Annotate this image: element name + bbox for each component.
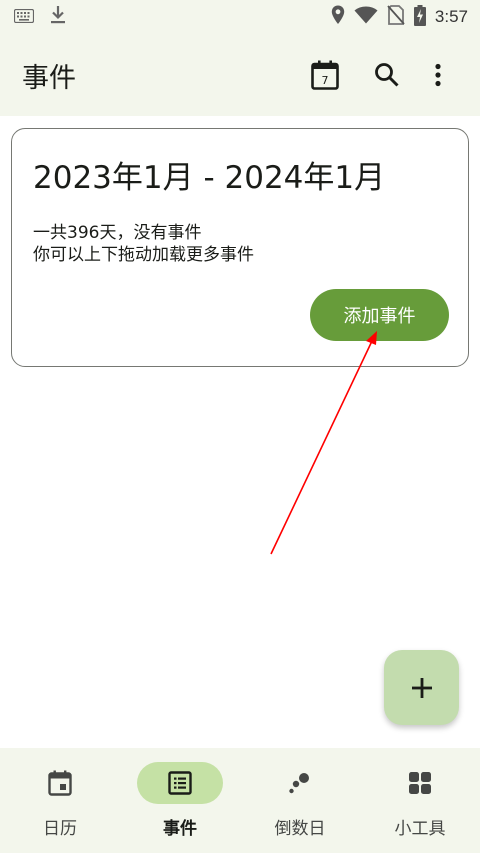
calendar-icon — [48, 770, 72, 796]
battery-charging-icon — [413, 4, 426, 30]
more-options-button[interactable] — [418, 51, 458, 99]
add-fab[interactable] — [384, 650, 459, 725]
more-vert-icon — [435, 63, 441, 87]
nav-label-events: 事件 — [163, 819, 197, 839]
app-bar: 事件 7 — [0, 34, 480, 116]
nav-indicator — [17, 762, 103, 804]
nav-indicator — [257, 762, 343, 804]
status-right-icons: 3:57 — [331, 4, 468, 30]
add-event-button[interactable]: 添加事件 — [310, 289, 449, 341]
download-icon — [50, 5, 66, 29]
drag-hint-text: 你可以上下拖动加载更多事件 — [33, 245, 254, 265]
nav-label-countdown: 倒数日 — [274, 819, 326, 839]
nav-indicator-active — [137, 762, 223, 804]
status-bar: 3:57 — [0, 0, 480, 34]
location-icon — [331, 5, 345, 29]
search-icon — [375, 63, 399, 87]
nav-item-events[interactable]: 事件 — [120, 748, 240, 853]
nav-item-calendar[interactable]: 日历 — [0, 748, 120, 853]
nav-label-calendar: 日历 — [43, 819, 77, 839]
wifi-icon — [354, 6, 378, 28]
nav-item-countdown[interactable]: 倒数日 — [240, 748, 360, 853]
bubbles-icon — [289, 773, 309, 794]
nav-label-widgets: 小工具 — [394, 819, 446, 839]
page-title: 事件 — [22, 62, 76, 94]
calendar-today-button[interactable]: 7 — [294, 51, 356, 99]
event-range-card: 2023年1月 - 2024年1月 一共396天，没有事件 你可以上下拖动加载更… — [11, 128, 469, 367]
bottom-navigation: 日历 事件 倒数日 小工具 — [0, 748, 480, 853]
calendar-day-number: 7 — [322, 74, 329, 87]
date-range-title: 2023年1月 - 2024年1月 — [33, 160, 386, 196]
nav-item-widgets[interactable]: 小工具 — [360, 748, 480, 853]
widgets-icon — [409, 772, 431, 794]
nav-indicator — [377, 762, 463, 804]
no-sim-icon — [387, 5, 405, 29]
status-time: 3:57 — [434, 7, 468, 26]
app-bar-actions: 7 — [294, 51, 458, 99]
keyboard-icon — [13, 8, 35, 27]
search-button[interactable] — [356, 51, 418, 99]
calendar-today-icon: 7 — [311, 60, 339, 90]
list-icon — [168, 771, 192, 795]
plus-icon — [411, 677, 432, 698]
status-left-icons — [13, 5, 66, 29]
